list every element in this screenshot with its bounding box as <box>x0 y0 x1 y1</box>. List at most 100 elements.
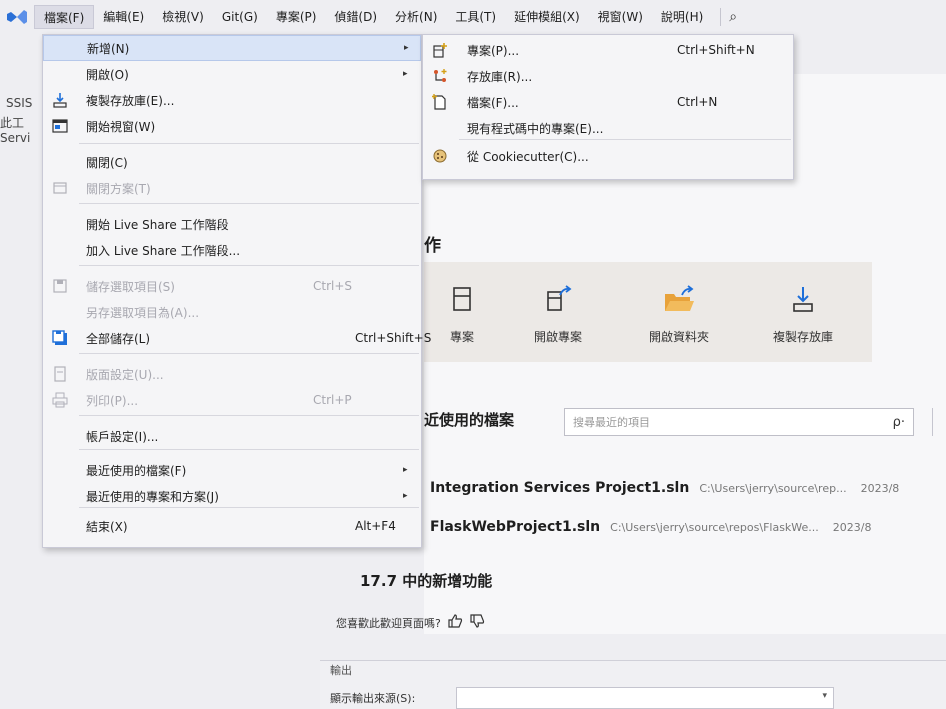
menu-separator <box>79 449 419 450</box>
file-menu-item[interactable]: 開始 Live Share 工作階段 <box>43 211 421 237</box>
file-menu-item[interactable]: 加入 Live Share 工作階段... <box>43 237 421 263</box>
menu-item-label: 開始視窗(W) <box>86 119 156 134</box>
file-menu-item: 列印(P)... Ctrl+P <box>43 387 421 413</box>
new-submenu-item[interactable]: 從 Cookiecutter(C)... <box>423 143 793 169</box>
cookiecutter-icon <box>431 147 449 165</box>
menu-item-label: 存放庫(R)... <box>467 69 533 84</box>
recent-item-name: FlaskWebProject1.sln <box>430 519 601 535</box>
menu-item-label: 最近使用的檔案(F) <box>86 463 187 478</box>
menu-separator <box>459 139 791 140</box>
menu-item-label: 帳戶設定(I)... <box>86 429 159 444</box>
menu-item-label: 檔案(F)... <box>467 95 519 110</box>
whats-new-heading: 17.7 中的新增功能 <box>360 572 493 590</box>
menu-item-1[interactable]: 編輯(E) <box>94 5 153 29</box>
file-menu-item[interactable]: 全部儲存(L) Ctrl+Shift+S <box>43 325 431 351</box>
recent-item-path: C:\Users\jerry\source\rep... <box>699 482 847 495</box>
menu-item-5[interactable]: 偵錯(D) <box>325 5 386 29</box>
file-menu-item[interactable]: 新增(N) ▸ <box>43 35 421 61</box>
feedback-question: 您喜歡此歡迎頁面嗎? <box>336 616 441 630</box>
menu-item-shortcut: Alt+F4 <box>355 519 396 533</box>
file-menu-item[interactable]: 結束(X) Alt+F4 <box>43 513 421 539</box>
menu-item-label: 從 Cookiecutter(C)... <box>467 149 589 164</box>
clone-repository-action[interactable]: 複製存放庫 <box>748 262 858 362</box>
start-window-icon <box>51 117 69 135</box>
new-submenu-item[interactable]: 存放庫(R)... <box>423 63 793 89</box>
recent-files-heading: 近使用的檔案 <box>424 411 515 429</box>
menu-item-label: 結束(X) <box>86 519 128 534</box>
thumbs-down-icon[interactable] <box>469 614 485 631</box>
divider <box>932 408 933 436</box>
new-submenu: 專案(P)... Ctrl+Shift+N 存放庫(R)... 檔案(F)... Ctr… <box>422 34 794 180</box>
submenu-arrow-icon: ▸ <box>403 491 408 501</box>
search-icon[interactable]: ⌕ <box>729 9 737 25</box>
menu-item-label: 複製存放庫(E)... <box>86 93 175 108</box>
file-menu-item: 儲存選取項目(S) Ctrl+S <box>43 273 421 299</box>
menu-item-4[interactable]: 專案(P) <box>267 5 326 29</box>
create-project-action[interactable]: 專案 <box>424 262 500 362</box>
menu-item-10[interactable]: 說明(H) <box>652 5 712 29</box>
clone-repo-icon <box>51 91 69 109</box>
open-project-icon <box>543 262 573 314</box>
open-project-action[interactable]: 開啟專案 <box>510 262 606 362</box>
new-submenu-item[interactable]: 專案(P)... Ctrl+Shift+N <box>423 37 793 63</box>
menu-item-shortcut: Ctrl+Shift+S <box>355 331 432 345</box>
visual-studio-logo-icon[interactable] <box>0 0 34 34</box>
menu-item-0[interactable]: 檔案(F) <box>34 5 95 29</box>
menu-item-label: 關閉方案(T) <box>86 181 151 196</box>
menu-separator <box>79 143 419 144</box>
output-pane-title: 輸出 <box>330 664 352 677</box>
new-submenu-item[interactable]: 檔案(F)... Ctrl+N <box>423 89 793 115</box>
recent-item-date: 2023/8 <box>832 521 872 534</box>
side-text-ssis: SSIS <box>6 96 33 110</box>
menu-item-label: 現有程式碼中的專案(E)... <box>467 121 604 136</box>
menu-item-label: 開始 Live Share 工作階段 <box>86 217 229 232</box>
menu-item-7[interactable]: 工具(T) <box>446 5 505 29</box>
recent-item-name: Integration Services Project1.sln <box>430 480 690 496</box>
search-icon[interactable]: ρ· <box>893 415 905 430</box>
file-menu: 新增(N) ▸ 開啟(O) ▸ 複製存放庫(E)... 開始視窗(W) 關閉(C) 關閉方案(… <box>42 34 431 548</box>
close-solution-icon <box>51 179 69 197</box>
new-file-icon <box>431 93 449 111</box>
recent-item[interactable]: Integration Services Project1.sln C:\Use… <box>430 480 899 496</box>
menu-item-label: 列印(P)... <box>86 393 139 408</box>
file-menu-item[interactable]: 帳戶設定(I)... <box>43 423 421 449</box>
menu-item-6[interactable]: 分析(N) <box>386 5 446 29</box>
recent-item[interactable]: FlaskWebProject1.sln C:\Users\jerry\sour… <box>430 519 871 535</box>
recent-search-input[interactable]: 搜尋最近的項目 ρ· <box>564 408 914 436</box>
menu-separator <box>79 507 419 508</box>
menu-item-2[interactable]: 檢視(V) <box>153 5 213 29</box>
save-icon <box>51 277 69 295</box>
output-source-select[interactable]: ▾ <box>456 687 834 709</box>
menu-item-3[interactable]: Git(G) <box>213 5 267 29</box>
file-menu-item[interactable]: 開始視窗(W) <box>43 113 421 139</box>
menu-separator <box>79 415 419 416</box>
menu-item-label: 開啟(O) <box>86 67 129 82</box>
file-menu-item[interactable]: 開啟(O) ▸ <box>43 61 421 87</box>
recent-item-path: C:\Users\jerry\source\repos\FlaskWe... <box>610 521 819 534</box>
action-label: 專案 <box>449 330 474 344</box>
menu-item-shortcut: Ctrl+P <box>313 393 352 407</box>
start-actions-panel: 專案 開啟專案 開啟資料夾 複製存放庫 <box>424 262 872 362</box>
thumbs-up-icon[interactable] <box>447 614 463 631</box>
side-text-line2: 此工 <box>0 116 25 130</box>
menu-item-8[interactable]: 延伸模組(X) <box>505 5 589 29</box>
file-menu-item[interactable]: 關閉(C) <box>43 149 421 175</box>
file-menu-item[interactable]: 最近使用的專案和方案(J) ▸ <box>43 483 421 509</box>
file-menu-item[interactable]: 複製存放庫(E)... <box>43 87 421 113</box>
menu-item-label: 關閉(C) <box>86 155 128 170</box>
repository-icon <box>431 67 449 85</box>
output-source-label: 顯示輸出來源(S): <box>330 692 416 705</box>
new-submenu-item[interactable]: 現有程式碼中的專案(E)... <box>423 115 793 141</box>
menu-item-9[interactable]: 視窗(W) <box>589 5 652 29</box>
menu-bar: 檔案(F) 編輯(E) 檢視(V) Git(G) 專案(P) 偵錯(D) 分析(N) 工具(T… <box>0 0 946 34</box>
open-folder-icon <box>662 262 696 314</box>
clone-repository-icon <box>788 262 818 314</box>
get-started-heading: 作 <box>424 236 441 256</box>
file-menu-item[interactable]: 最近使用的檔案(F) ▸ <box>43 457 421 483</box>
open-folder-action[interactable]: 開啟資料夾 <box>624 262 734 362</box>
file-menu-item: 另存選取項目為(A)... <box>43 299 421 325</box>
save-all-icon <box>51 329 69 347</box>
side-text-line3: Servi <box>0 131 31 145</box>
menu-item-label: 專案(P)... <box>467 43 520 58</box>
print-icon <box>51 391 69 409</box>
